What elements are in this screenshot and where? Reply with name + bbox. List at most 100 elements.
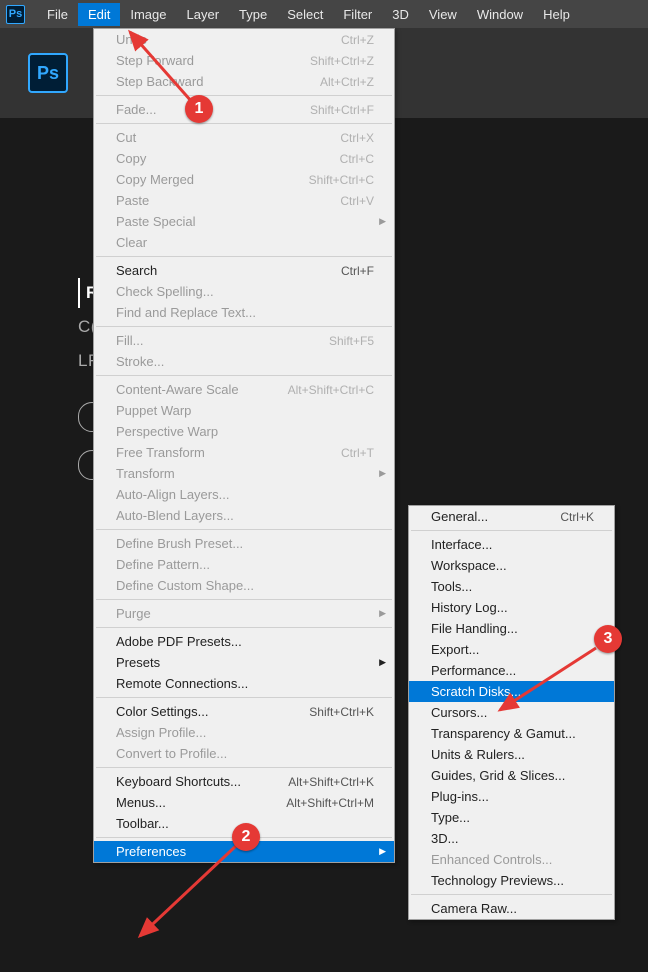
menu-item-label: Interface...: [431, 537, 492, 552]
prefs-item-plug-ins[interactable]: Plug-ins...: [409, 786, 614, 807]
edit-item-menus[interactable]: Menus... Alt+Shift+Ctrl+M: [94, 792, 394, 813]
menu-item-label: Paste: [116, 193, 149, 208]
menu-item-label: Cut: [116, 130, 136, 145]
edit-separator: [96, 767, 392, 768]
menu-3d[interactable]: 3D: [382, 3, 419, 26]
menu-item-label: Color Settings...: [116, 704, 209, 719]
menu-item-shortcut: Alt+Shift+Ctrl+M: [286, 796, 374, 810]
menu-item-shortcut: Ctrl+Z: [341, 33, 374, 47]
edit-item-stroke: Stroke...: [94, 351, 394, 372]
menu-item-label: Copy: [116, 151, 146, 166]
menu-item-label: Keyboard Shortcuts...: [116, 774, 241, 789]
edit-item-keyboard-shortcuts[interactable]: Keyboard Shortcuts... Alt+Shift+Ctrl+K: [94, 771, 394, 792]
edit-item-define-pattern: Define Pattern...: [94, 554, 394, 575]
edit-item-check-spelling: Check Spelling...: [94, 281, 394, 302]
menu-item-label: File Handling...: [431, 621, 518, 636]
prefs-item-cursors[interactable]: Cursors...: [409, 702, 614, 723]
menu-item-label: Scratch Disks...: [431, 684, 521, 699]
prefs-item-performance[interactable]: Performance...: [409, 660, 614, 681]
menu-image[interactable]: Image: [120, 3, 176, 26]
prefs-separator: [411, 894, 612, 895]
edit-item-purge: Purge▶: [94, 603, 394, 624]
edit-item-search[interactable]: Search Ctrl+F: [94, 260, 394, 281]
ps-icon: Ps: [6, 5, 25, 24]
edit-item-content-aware-scale: Content-Aware ScaleAlt+Shift+Ctrl+C: [94, 379, 394, 400]
prefs-item-general[interactable]: General...Ctrl+K: [409, 506, 614, 527]
menu-layer[interactable]: Layer: [177, 3, 230, 26]
edit-separator: [96, 627, 392, 628]
prefs-item-scratch-disks[interactable]: Scratch Disks...: [409, 681, 614, 702]
menu-select[interactable]: Select: [277, 3, 333, 26]
submenu-arrow-icon: ▶: [379, 657, 386, 668]
edit-item-copy-merged: Copy MergedShift+Ctrl+C: [94, 169, 394, 190]
prefs-item-3d[interactable]: 3D...: [409, 828, 614, 849]
prefs-item-enhanced-controls: Enhanced Controls...: [409, 849, 614, 870]
prefs-item-history-log[interactable]: History Log...: [409, 597, 614, 618]
menu-item-label: Toolbar...: [116, 816, 169, 831]
edit-item-paste: Paste Ctrl+V: [94, 190, 394, 211]
edit-item-step-forward: Step ForwardShift+Ctrl+Z: [94, 50, 394, 71]
callout-1: 1: [185, 95, 213, 123]
menu-item-label: Cursors...: [431, 705, 487, 720]
menu-item-label: Step Backward: [116, 74, 203, 89]
menu-item-label: Menus...: [116, 795, 166, 810]
menu-item-shortcut: Alt+Ctrl+Z: [320, 75, 374, 89]
menu-item-label: Auto-Align Layers...: [116, 487, 229, 502]
prefs-item-units-rulers[interactable]: Units & Rulers...: [409, 744, 614, 765]
edit-item-free-transform: Free TransformCtrl+T: [94, 442, 394, 463]
menu-item-label: Workspace...: [431, 558, 507, 573]
edit-item-color-settings[interactable]: Color Settings... Shift+Ctrl+K: [94, 701, 394, 722]
edit-separator: [96, 256, 392, 257]
menu-item-label: Units & Rulers...: [431, 747, 525, 762]
menu-item-label: Remote Connections...: [116, 676, 248, 691]
edit-item-assign-profile: Assign Profile...: [94, 722, 394, 743]
prefs-item-export[interactable]: Export...: [409, 639, 614, 660]
menu-item-label: History Log...: [431, 600, 508, 615]
edit-separator: [96, 599, 392, 600]
menu-window[interactable]: Window: [467, 3, 533, 26]
prefs-item-type[interactable]: Type...: [409, 807, 614, 828]
menu-item-label: Technology Previews...: [431, 873, 564, 888]
menu-file[interactable]: File: [37, 3, 78, 26]
edit-item-presets[interactable]: Presets▶: [94, 652, 394, 673]
edit-item-puppet-warp: Puppet Warp: [94, 400, 394, 421]
prefs-item-camera-raw[interactable]: Camera Raw...: [409, 898, 614, 919]
submenu-arrow-icon: ▶: [379, 608, 386, 619]
menu-item-shortcut: Ctrl+F: [341, 264, 374, 278]
menu-view[interactable]: View: [419, 3, 467, 26]
menu-item-label: Preferences: [116, 844, 186, 859]
menu-item-label: Assign Profile...: [116, 725, 206, 740]
menu-item-label: Step Forward: [116, 53, 194, 68]
ps-logo: Ps: [28, 53, 68, 93]
edit-item-perspective-warp: Perspective Warp: [94, 421, 394, 442]
prefs-item-file-handling[interactable]: File Handling...: [409, 618, 614, 639]
menu-item-shortcut: Alt+Shift+Ctrl+K: [288, 775, 374, 789]
edit-menu: Undo Ctrl+Z Step ForwardShift+Ctrl+Z Step B…: [93, 28, 395, 863]
prefs-item-tools[interactable]: Tools...: [409, 576, 614, 597]
prefs-item-technology-previews[interactable]: Technology Previews...: [409, 870, 614, 891]
menu-item-label: Define Custom Shape...: [116, 578, 254, 593]
menu-item-label: General...: [431, 509, 488, 524]
menu-item-label: Perspective Warp: [116, 424, 218, 439]
menu-item-label: Export...: [431, 642, 479, 657]
edit-item-remote-connections[interactable]: Remote Connections...: [94, 673, 394, 694]
prefs-item-guides-grid-slices[interactable]: Guides, Grid & Slices...: [409, 765, 614, 786]
edit-item-adobe-pdf-presets[interactable]: Adobe PDF Presets...: [94, 631, 394, 652]
menu-type[interactable]: Type: [229, 3, 277, 26]
menu-item-label: Paste Special: [116, 214, 196, 229]
menu-item-shortcut: Shift+Ctrl+K: [309, 705, 374, 719]
prefs-item-interface[interactable]: Interface...: [409, 534, 614, 555]
menubar: Ps FileEditImageLayerTypeSelectFilter3DV…: [0, 0, 648, 28]
menu-edit[interactable]: Edit: [78, 3, 120, 26]
submenu-arrow-icon: ▶: [379, 216, 386, 227]
menu-item-label: Undo: [116, 32, 147, 47]
prefs-item-workspace[interactable]: Workspace...: [409, 555, 614, 576]
menu-item-shortcut: Ctrl+X: [340, 131, 374, 145]
menu-item-label: Search: [116, 263, 157, 278]
prefs-item-transparency-gamut[interactable]: Transparency & Gamut...: [409, 723, 614, 744]
callout-2: 2: [232, 823, 260, 851]
menu-filter[interactable]: Filter: [333, 3, 382, 26]
menu-item-label: 3D...: [431, 831, 458, 846]
menu-item-shortcut: Ctrl+V: [340, 194, 374, 208]
menu-help[interactable]: Help: [533, 3, 580, 26]
